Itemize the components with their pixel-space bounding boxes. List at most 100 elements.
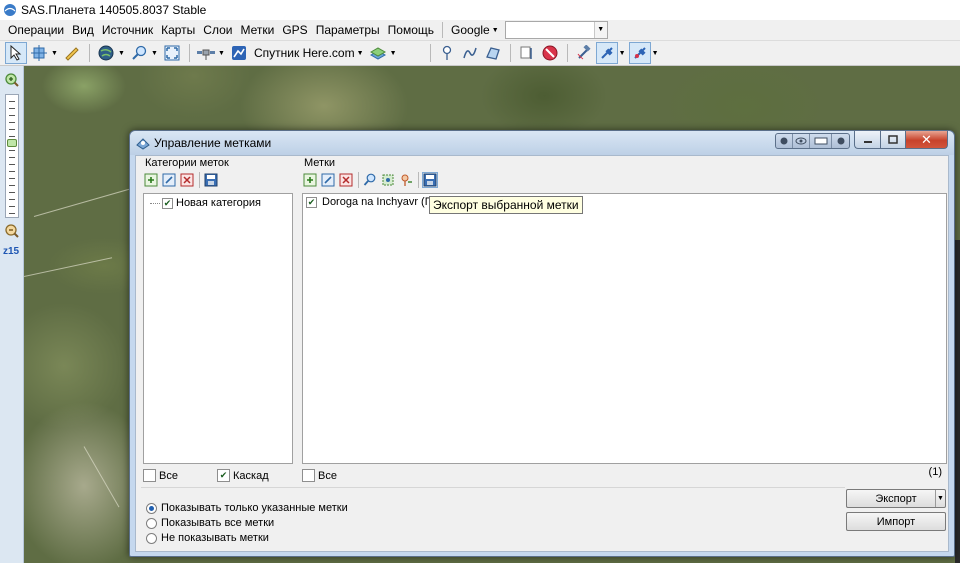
layers-button[interactable] bbox=[367, 42, 389, 64]
window-right-edge bbox=[955, 240, 960, 563]
map-source-icon bbox=[232, 46, 246, 60]
radio-label: Показывать все метки bbox=[161, 517, 275, 529]
map-source-label[interactable]: Спутник Here.com bbox=[254, 46, 355, 60]
globe-button[interactable] bbox=[95, 42, 117, 64]
mark-properties-button[interactable] bbox=[398, 172, 414, 188]
dialog-transparency-button[interactable] bbox=[793, 134, 810, 148]
category-checkbox[interactable]: ✔ bbox=[162, 197, 173, 209]
chevron-down-icon[interactable]: ▼ bbox=[151, 50, 158, 57]
tooltip: Экспорт выбранной метки bbox=[429, 196, 583, 214]
chevron-down-icon[interactable]: ▼ bbox=[619, 50, 626, 57]
gps-track-button[interactable] bbox=[595, 42, 618, 64]
close-button[interactable]: ✕ bbox=[905, 131, 948, 149]
menu-settings[interactable]: Параметры bbox=[312, 20, 384, 40]
radio-button[interactable] bbox=[146, 502, 157, 514]
radio-button[interactable] bbox=[146, 532, 157, 544]
search-input[interactable] bbox=[505, 22, 594, 38]
rollup-icon bbox=[814, 137, 827, 145]
chevron-down-icon[interactable]: ▼ bbox=[218, 50, 225, 57]
toolbar-separator bbox=[358, 172, 359, 188]
export-button-label: Экспорт bbox=[875, 492, 917, 505]
zoom-slider-thumb[interactable] bbox=[7, 139, 17, 147]
gps-center-button[interactable] bbox=[628, 42, 651, 64]
dialog-stay-on-top-button[interactable] bbox=[832, 134, 849, 148]
categories-all-checkbox-row[interactable]: Все bbox=[143, 469, 178, 482]
chevron-down-icon[interactable]: ▼ bbox=[51, 50, 58, 57]
radio-hide-all[interactable]: Не показывать метки bbox=[146, 532, 269, 544]
menu-help[interactable]: Помощь bbox=[384, 20, 438, 40]
chevron-down-icon[interactable]: ▼ bbox=[118, 50, 125, 57]
chevron-down-icon[interactable]: ▼ bbox=[652, 50, 659, 57]
zoom-in-icon[interactable] bbox=[4, 72, 20, 88]
import-button[interactable]: Импорт bbox=[846, 512, 946, 531]
marks-manager-button[interactable] bbox=[516, 42, 538, 64]
menu-marks[interactable]: Метки bbox=[236, 20, 278, 40]
gps-button[interactable] bbox=[573, 42, 595, 64]
edit-category-button[interactable] bbox=[161, 172, 177, 188]
mark-checkbox[interactable]: ✔ bbox=[306, 196, 317, 208]
add-path-button[interactable] bbox=[459, 42, 481, 64]
dialog-pin-button[interactable] bbox=[776, 134, 793, 148]
delete-mark-button[interactable] bbox=[338, 172, 354, 188]
fullscreen-button[interactable] bbox=[161, 42, 183, 64]
chevron-down-icon[interactable]: ▼ bbox=[390, 50, 397, 57]
menu-source[interactable]: Источник bbox=[98, 20, 157, 40]
move-tool-button[interactable] bbox=[28, 42, 50, 64]
radio-button[interactable] bbox=[146, 517, 157, 529]
marks-manager-icon bbox=[136, 138, 150, 150]
maximize-button[interactable] bbox=[880, 131, 905, 149]
export-dropdown-icon[interactable]: ▼ bbox=[935, 490, 945, 507]
export-mark-button[interactable] bbox=[422, 172, 438, 188]
select-tool-button[interactable] bbox=[5, 42, 27, 64]
edit-mark-button[interactable] bbox=[320, 172, 336, 188]
save-category-button[interactable] bbox=[203, 172, 219, 188]
pin-icon bbox=[442, 45, 451, 60]
zoom-tool-button[interactable] bbox=[128, 42, 150, 64]
cascade-checkbox-row[interactable]: ✔ Каскад bbox=[217, 469, 269, 482]
add-mark-icon bbox=[303, 173, 317, 187]
marks-all-checkbox[interactable] bbox=[302, 469, 315, 482]
add-mark-button[interactable] bbox=[302, 172, 318, 188]
toolbar-separator bbox=[566, 44, 568, 62]
minimize-button[interactable] bbox=[854, 131, 880, 149]
search-engine-dropdown[interactable]: Google ▼ bbox=[447, 23, 503, 37]
search-history-dropdown-icon[interactable]: ▼ bbox=[593, 22, 607, 38]
marks-all-checkbox-row[interactable]: Все bbox=[302, 469, 337, 482]
radio-label: Не показывать метки bbox=[161, 532, 269, 544]
radio-show-all[interactable]: Показывать все метки bbox=[146, 517, 274, 529]
add-placemark-button[interactable] bbox=[436, 42, 458, 64]
dialog-rollup-button[interactable] bbox=[810, 134, 832, 148]
add-category-button[interactable] bbox=[143, 172, 159, 188]
hide-marks-button[interactable] bbox=[539, 42, 561, 64]
radio-show-selected[interactable]: Показывать только указанные метки bbox=[146, 502, 348, 514]
cursor-icon bbox=[10, 45, 22, 61]
menu-operations[interactable]: Операции bbox=[4, 20, 68, 40]
main-toolbar: ▼ ▼ ▼ ▼ Спутник Here.com ▼ ▼ ▼ ▼ bbox=[0, 41, 960, 66]
chevron-down-icon[interactable]: ▼ bbox=[357, 50, 364, 57]
menu-layers[interactable]: Слои bbox=[199, 20, 236, 40]
delete-category-button[interactable] bbox=[179, 172, 195, 188]
layers-icon bbox=[369, 47, 386, 60]
menu-maps[interactable]: Карты bbox=[157, 20, 199, 40]
add-polygon-button[interactable] bbox=[482, 42, 504, 64]
search-box[interactable]: ▼ bbox=[504, 21, 608, 39]
categories-all-checkbox[interactable] bbox=[143, 469, 156, 482]
zoom-slider[interactable] bbox=[5, 94, 19, 218]
category-item[interactable]: ✔ Новая категория bbox=[150, 197, 261, 209]
marks-list[interactable]: ✔ Doroga na Inchyavr (Путь) bbox=[302, 193, 947, 464]
export-button[interactable]: Экспорт ▼ bbox=[846, 489, 946, 508]
no-entry-icon bbox=[542, 45, 558, 61]
select-mark-area-button[interactable] bbox=[380, 172, 396, 188]
app-icon bbox=[4, 4, 16, 16]
toolbar-separator bbox=[199, 172, 200, 188]
zoom-out-icon[interactable] bbox=[4, 223, 20, 239]
cascade-checkbox[interactable]: ✔ bbox=[217, 469, 230, 482]
menu-view[interactable]: Вид bbox=[68, 20, 98, 40]
ruler-tool-button[interactable] bbox=[61, 42, 83, 64]
categories-tree[interactable]: ✔ Новая категория bbox=[143, 193, 293, 464]
map-source-icon-button[interactable] bbox=[228, 42, 250, 64]
satellite-layer-button[interactable] bbox=[195, 42, 217, 64]
marks-toolbar bbox=[302, 172, 440, 188]
go-to-mark-button[interactable] bbox=[362, 172, 378, 188]
menu-gps[interactable]: GPS bbox=[278, 20, 311, 40]
